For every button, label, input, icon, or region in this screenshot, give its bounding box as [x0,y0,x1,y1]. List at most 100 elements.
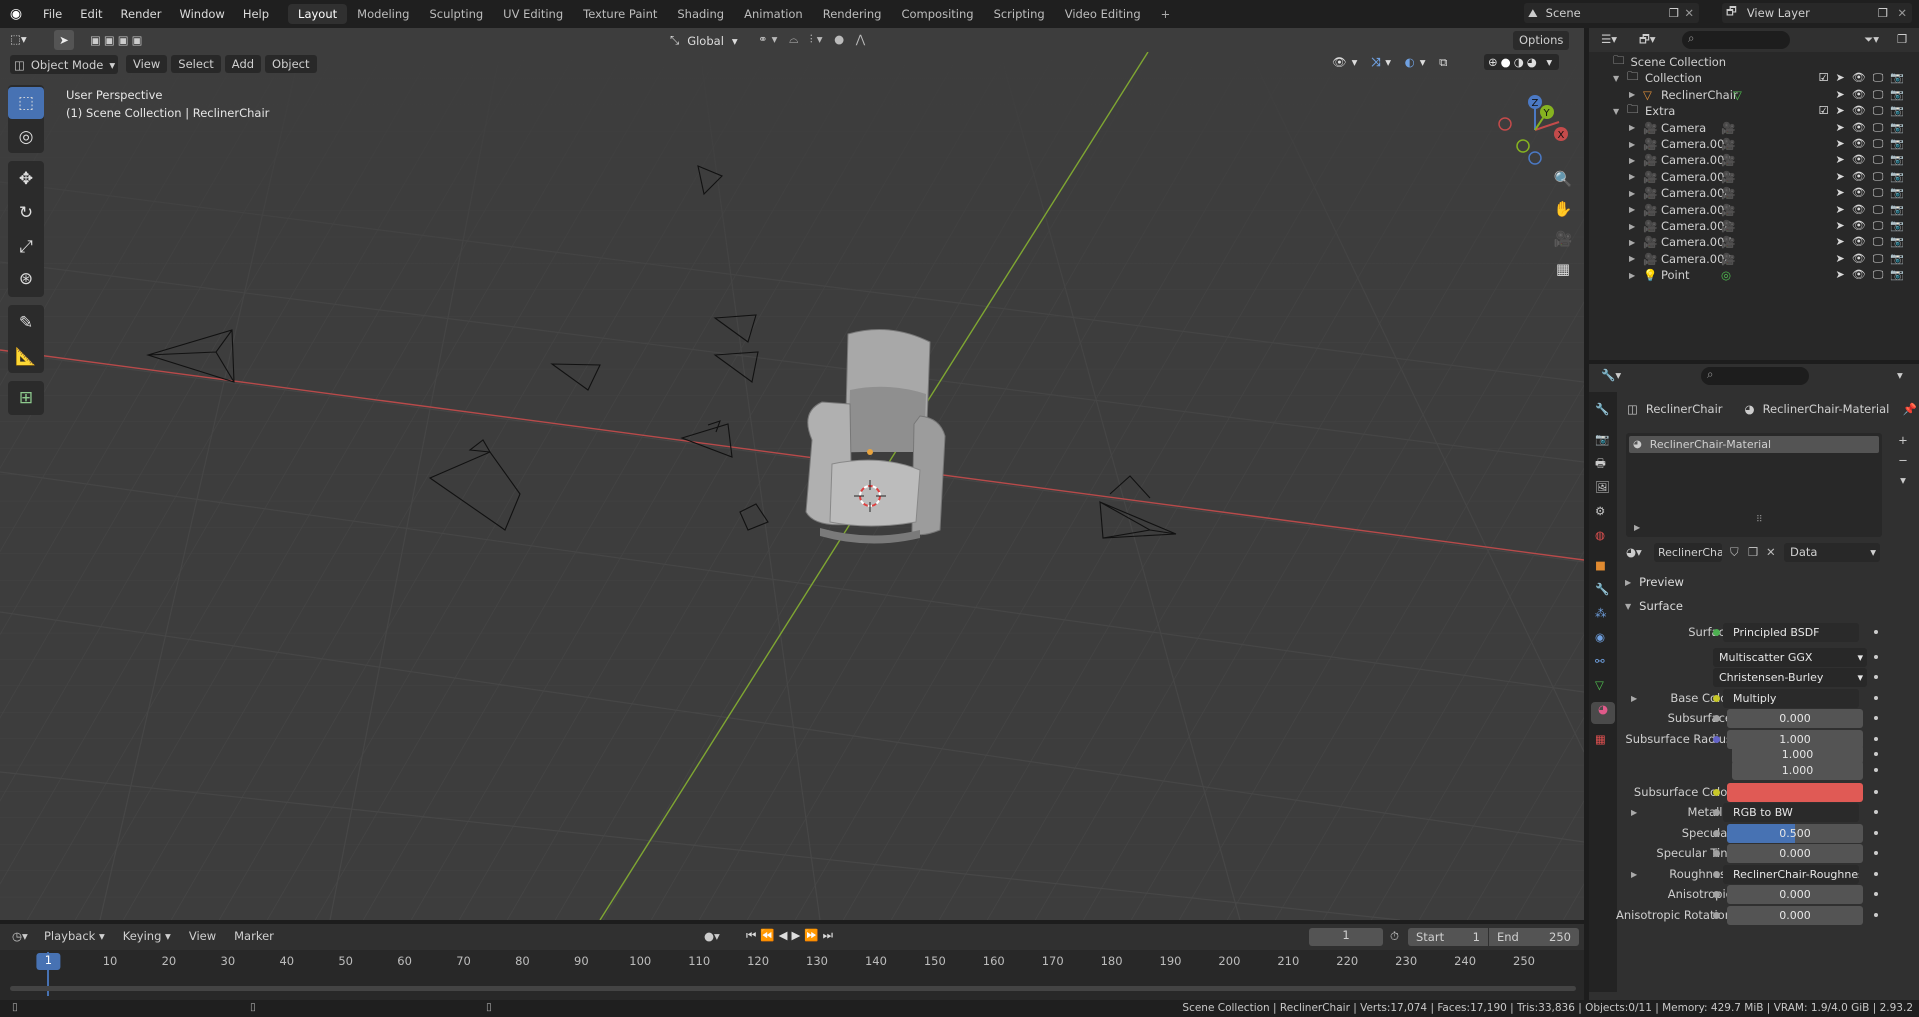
select-toggle-icon[interactable]: ➤ [1836,71,1845,85]
tab-compositing[interactable]: Compositing [891,4,983,24]
scene-selector[interactable]: ⛰ Scene ❐ ✕ [1524,3,1699,23]
menu-help[interactable]: Help [234,7,278,21]
dropdown-field[interactable]: ▾ Christensen-Burley [1713,667,1867,687]
viewport-toggle-icon[interactable]: 🖵 [1873,252,1884,266]
viewport-menu-view[interactable]: View [126,55,168,73]
viewport-toggle-icon[interactable]: 🖵 [1873,268,1884,282]
shading-mode-icons[interactable]: ⊕●◑◕ ▾ [1484,54,1560,70]
pivot-snap-icons[interactable]: ⚭▾ ⌓ ⫶▾ ● ⋀ [758,32,869,47]
render-toggle-icon[interactable]: 📷 [1890,186,1904,200]
slot-menu-icon[interactable]: ▾ [1893,473,1913,493]
socket-dot-icon[interactable] [1713,829,1720,837]
options-button[interactable]: Options [1513,31,1570,50]
stopwatch-icon[interactable]: ⏱ [1390,929,1399,944]
socket-dot-icon[interactable] [1713,628,1720,636]
render-toggle-icon[interactable]: 📷 [1890,137,1904,151]
preview-panel-header[interactable]: ▶ Preview [1625,572,1684,592]
link-dropdown[interactable]: Data ▾ [1784,542,1880,562]
zoom-icon[interactable]: 🔍 [1550,170,1576,200]
object-tab-icon[interactable]: ■ [1595,558,1606,572]
texture-tab-icon[interactable]: ▦ [1595,732,1606,746]
eye-icon[interactable]: 👁 [1852,219,1866,233]
render-toggle-icon[interactable]: 📷 [1890,268,1904,282]
start-frame-field[interactable]: Start 1 [1408,928,1488,946]
keyframe-dot-icon[interactable] [1874,696,1878,700]
timeline-scrollbar[interactable] [10,986,1576,991]
move-tool-icon[interactable]: ✥ [8,163,44,195]
new-view-layer-icon[interactable]: ❐ [1878,6,1888,20]
keyframe-dot-icon[interactable] [1874,790,1878,794]
viewport-toggle-icon[interactable]: 🖵 [1873,153,1884,167]
eye-icon[interactable]: 👁 [1852,121,1866,135]
select-toggle-icon[interactable]: ➤ [1836,203,1845,217]
eye-icon[interactable]: 👁 [1852,235,1866,249]
keyframe-dot-icon[interactable] [1874,831,1878,835]
transform-orientation[interactable]: ⤡ Global ▾ [670,31,746,50]
timeline-menu-keying[interactable]: Keying ▾ [123,929,171,943]
rotate-tool-icon[interactable]: ↻ [8,197,44,229]
properties-search-input[interactable]: ⌕ [1701,367,1809,385]
view-layer-tab-icon[interactable]: 🖼 [1595,480,1610,494]
ortho-grid-icon[interactable]: ▦ [1550,260,1576,290]
select-toggle-icon[interactable]: ➤ [1836,219,1845,233]
world-tab-icon[interactable]: ◍ [1595,528,1605,542]
add-cube-tool-icon[interactable]: ⊞ [8,382,44,414]
select-toggle-icon[interactable]: ➤ [1836,137,1845,151]
eye-icon[interactable]: 👁 [1852,186,1866,200]
end-frame-field[interactable]: End 250 [1489,928,1579,946]
navigation-gizmo[interactable]: Z Y X [1495,90,1575,170]
delete-scene-icon[interactable]: ✕ [1684,6,1694,20]
render-toggle-icon[interactable]: 📷 [1890,219,1904,233]
keyframe-dot-icon[interactable] [1874,872,1878,876]
socket-dot-icon[interactable] [1713,870,1720,878]
eye-icon[interactable]: 👁 [1852,252,1866,266]
number-field[interactable]: 0.000 [1727,843,1863,863]
outliner-editor-icon[interactable]: ☰▾ [1601,32,1617,46]
outliner-search-input[interactable]: ⌕ [1682,31,1790,49]
keyframe-dot-icon[interactable] [1874,810,1878,814]
collapsed-arrow-icon[interactable]: ▶ [1629,222,1635,231]
menu-edit[interactable]: Edit [71,7,111,21]
viewport-menu-object[interactable]: Object [265,55,317,73]
checkbox-icon[interactable]: ☑ [1819,71,1829,85]
pin-icon[interactable]: 📌 [1903,402,1917,416]
collapsed-arrow-icon[interactable]: ▶ [1629,205,1635,214]
transform-tool-icon[interactable]: ⊛ [8,263,44,295]
measure-tool-icon[interactable]: 📐 [8,341,44,373]
blender-logo-icon[interactable]: ◉ [8,6,24,22]
annotate-tool-icon[interactable]: ✎ [8,307,44,339]
tab-animation[interactable]: Animation [734,4,813,24]
constraints-tab-icon[interactable]: ⚯ [1595,654,1605,668]
viewport-toggle-icon[interactable]: 🖵 [1873,235,1884,249]
expanded-arrow-icon[interactable]: ▼ [1613,107,1619,116]
delete-view-layer-icon[interactable]: ✕ [1897,6,1907,20]
viewport-toggle-icon[interactable]: 🖵 [1873,104,1884,118]
new-collection-icon[interactable]: ❐ [1897,32,1907,46]
particles-tab-icon[interactable]: ⁂ [1595,606,1607,620]
eye-icon[interactable]: 👁 [1852,268,1866,282]
menu-window[interactable]: Window [170,7,233,21]
cursor-tool-icon[interactable]: ◎ [8,121,44,153]
selection-mode-icons[interactable]: ▣▣▣▣ [90,33,145,47]
eye-icon[interactable]: 👁 [1852,88,1866,102]
collapsed-arrow-icon[interactable]: ▶ [1629,156,1635,165]
menu-file[interactable]: File [34,7,71,21]
collapsed-arrow-icon[interactable]: ▶ [1629,189,1635,198]
socket-dot-icon[interactable] [1713,911,1720,919]
tool-tab-icon[interactable]: 🔧 [1595,402,1609,416]
record-icon[interactable]: ●▾ [704,929,720,943]
link-field[interactable]: ReclinerChair-Roughness... [1723,864,1859,884]
viewport-toggle-icon[interactable]: 🖵 [1873,88,1884,102]
expanded-arrow-icon[interactable]: ▼ [1613,74,1619,83]
material-slot-list[interactable]: ◕ ReclinerChair-Material ⠿ ▶ [1626,433,1882,537]
viewport-menu-add[interactable]: Add [224,55,262,73]
eye-icon[interactable]: 👁 [1852,137,1866,151]
render-toggle-icon[interactable]: 📷 [1890,71,1904,85]
remove-slot-icon[interactable]: − [1893,453,1913,473]
scene-tab-icon[interactable]: ⚙ [1595,504,1605,518]
collapsed-arrow-icon[interactable]: ▶ [1629,271,1635,280]
collapsed-arrow-icon[interactable]: ▶ [1629,238,1635,247]
material-name-field[interactable]: ReclinerChair-... [1654,542,1722,562]
display-mode-icon[interactable]: 🗗▾ [1639,32,1656,51]
slider-field[interactable]: 0.500 [1727,823,1863,843]
